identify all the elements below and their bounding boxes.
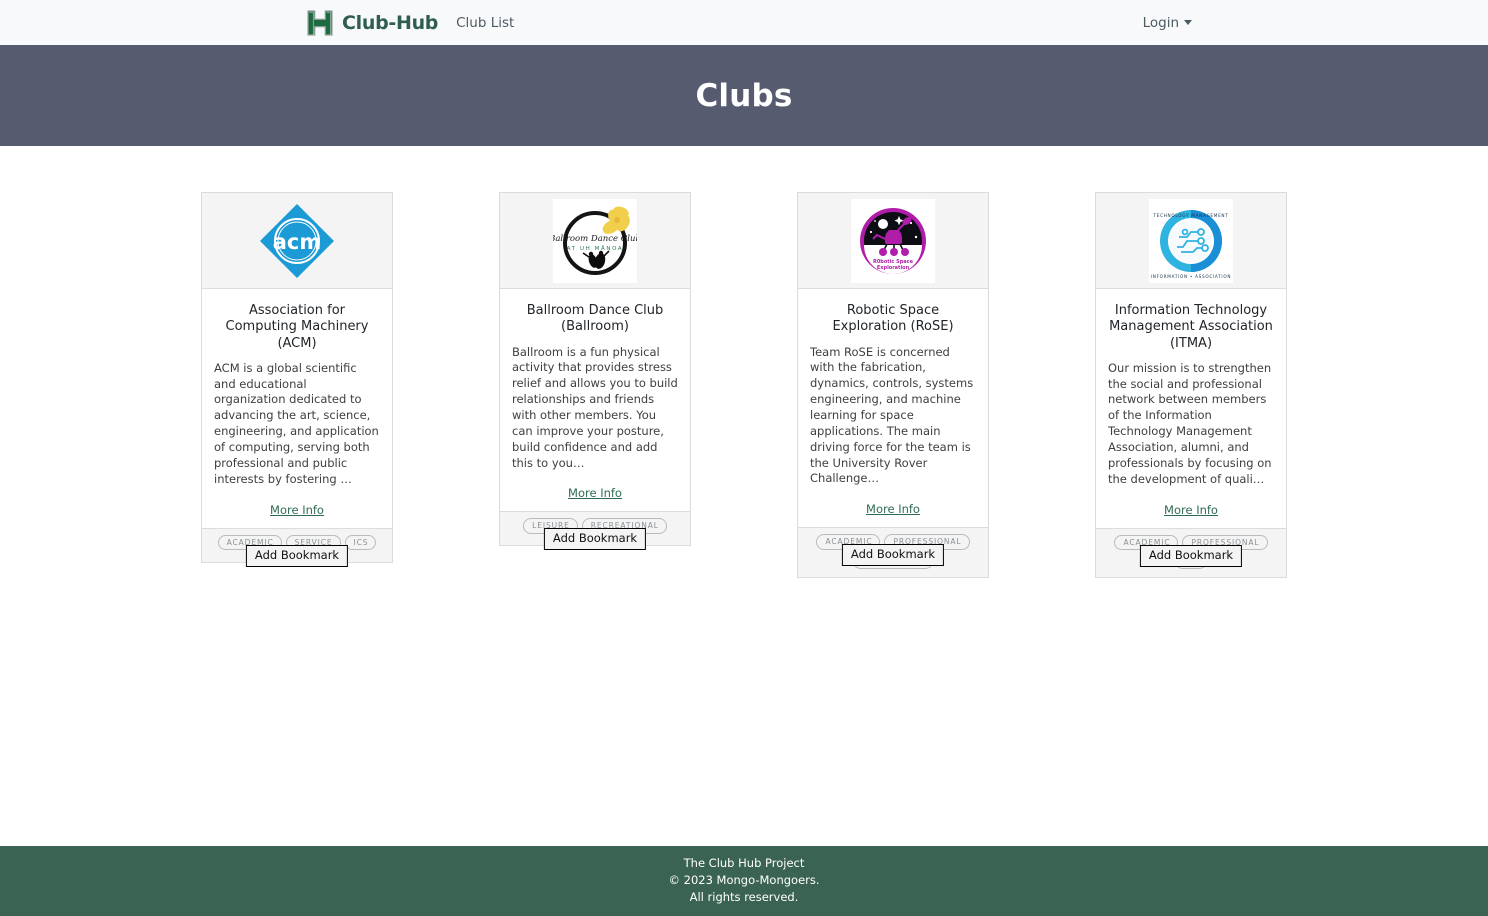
add-bookmark-button[interactable]: Add Bookmark: [841, 544, 945, 567]
svg-text:TECHNOLOGY MANAGEMENT: TECHNOLOGY MANAGEMENT: [1152, 213, 1228, 218]
club-title: Information Technology Management Associ…: [1109, 303, 1273, 351]
more-info-row: More Info: [810, 498, 976, 517]
club-card-grid: acm Association for Computing Machinery …: [0, 192, 1488, 579]
more-info-row: More Info: [214, 499, 380, 518]
club-card[interactable]: TECHNOLOGY MANAGEMENT INFORMATION • ASSO…: [1095, 192, 1287, 579]
add-bookmark-button[interactable]: Add Bookmark: [245, 544, 349, 567]
club-card[interactable]: R0botic Space Exploration Robotic Space …: [797, 192, 989, 578]
navbar: Club-Hub Club List Login: [0, 0, 1488, 45]
uh-h-logo-icon: [305, 8, 335, 38]
club-card-body: Association for Computing Machinery (ACM…: [202, 289, 392, 528]
club-card-body: Ballroom Dance Club (Ballroom) Ballroom …: [500, 289, 690, 511]
more-info-link[interactable]: More Info: [1164, 503, 1218, 517]
footer-copyright: © 2023 Mongo-Mongoers.: [668, 873, 820, 888]
chevron-down-icon: [1184, 20, 1192, 25]
club-logo-container: R0botic Space Exploration: [798, 193, 988, 289]
page-root: Club-Hub Club List Login Clubs acm Assoc…: [0, 0, 1488, 916]
page-hero: Clubs: [0, 45, 1488, 146]
club-logo-container: Ballroom Dance Club AT UH MĀNOA: [500, 193, 690, 289]
brand-link[interactable]: Club-Hub: [305, 8, 438, 38]
ballroom-dance-club-logo-icon: Ballroom Dance Club AT UH MĀNOA: [553, 198, 637, 283]
club-card[interactable]: Ballroom Dance Club AT UH MĀNOA Ballroom…: [499, 192, 691, 551]
page-title: Clubs: [695, 77, 793, 114]
club-description: Our mission is to strengthen the social …: [1108, 360, 1272, 486]
more-info-link[interactable]: More Info: [270, 503, 324, 517]
club-title: Robotic Space Exploration (RoSE): [832, 303, 954, 335]
svg-text:Ballroom Dance Club: Ballroom Dance Club: [553, 234, 637, 244]
club-title: Association for Computing Machinery (ACM…: [225, 303, 369, 351]
club-description: ACM is a global scientific and education…: [214, 360, 379, 486]
club-logo-container: TECHNOLOGY MANAGEMENT INFORMATION • ASSO…: [1096, 193, 1286, 289]
more-info-link[interactable]: More Info: [866, 502, 920, 516]
more-info-row: More Info: [1108, 499, 1274, 518]
more-info-row: More Info: [512, 482, 678, 501]
club-card-footer: ACADEMIC PROFESSIONAL ENGINEERING Add Bo…: [798, 527, 988, 577]
main-content: acm Association for Computing Machinery …: [0, 146, 1488, 846]
add-bookmark-button[interactable]: Add Bookmark: [1139, 544, 1243, 567]
svg-text:acm: acm: [273, 230, 322, 254]
club-card-body: Information Technology Management Associ…: [1096, 289, 1286, 528]
club-card-footer: LEISURE RECREATIONAL Add Bookmark: [500, 511, 690, 551]
add-bookmark-button[interactable]: Add Bookmark: [543, 528, 647, 551]
login-label: Login: [1142, 14, 1179, 31]
club-card-footer: ACADEMIC PROFESSIONAL ICS Add Bookmark: [1096, 527, 1286, 578]
club-description: Team RoSE is concerned with the fabricat…: [810, 344, 974, 486]
club-logo-container: acm: [202, 193, 392, 289]
itma-logo-icon: TECHNOLOGY MANAGEMENT INFORMATION • ASSO…: [1149, 198, 1233, 283]
club-card-footer: ACADEMIC SERVICE ICS Add Bookmark: [202, 527, 392, 567]
club-title: Ballroom Dance Club (Ballroom): [526, 303, 664, 335]
nav-item-club-list[interactable]: Club List: [456, 15, 514, 31]
club-card[interactable]: acm Association for Computing Machinery …: [201, 192, 393, 567]
club-badge: ICS: [344, 534, 377, 550]
footer-project-name: The Club Hub Project: [683, 856, 805, 871]
svg-text:Exploration: Exploration: [877, 265, 910, 271]
footer-rights: All rights reserved.: [689, 889, 799, 904]
club-description: Ballroom is a fun physical activity that…: [512, 344, 678, 470]
page-footer: The Club Hub Project © 2023 Mongo-Mongoe…: [0, 846, 1488, 916]
more-info-link[interactable]: More Info: [568, 486, 622, 500]
login-dropdown[interactable]: Login: [1143, 15, 1192, 31]
svg-text:AT UH MĀNOA: AT UH MĀNOA: [567, 245, 624, 252]
brand-title: Club-Hub: [342, 11, 439, 34]
acm-logo-icon: acm: [255, 198, 339, 283]
svg-text:INFORMATION • ASSOCIATION: INFORMATION • ASSOCIATION: [1151, 274, 1231, 279]
club-card-body: Robotic Space Exploration (RoSE) Team Ro…: [798, 289, 988, 527]
robotic-space-exploration-logo-icon: R0botic Space Exploration: [851, 198, 935, 283]
